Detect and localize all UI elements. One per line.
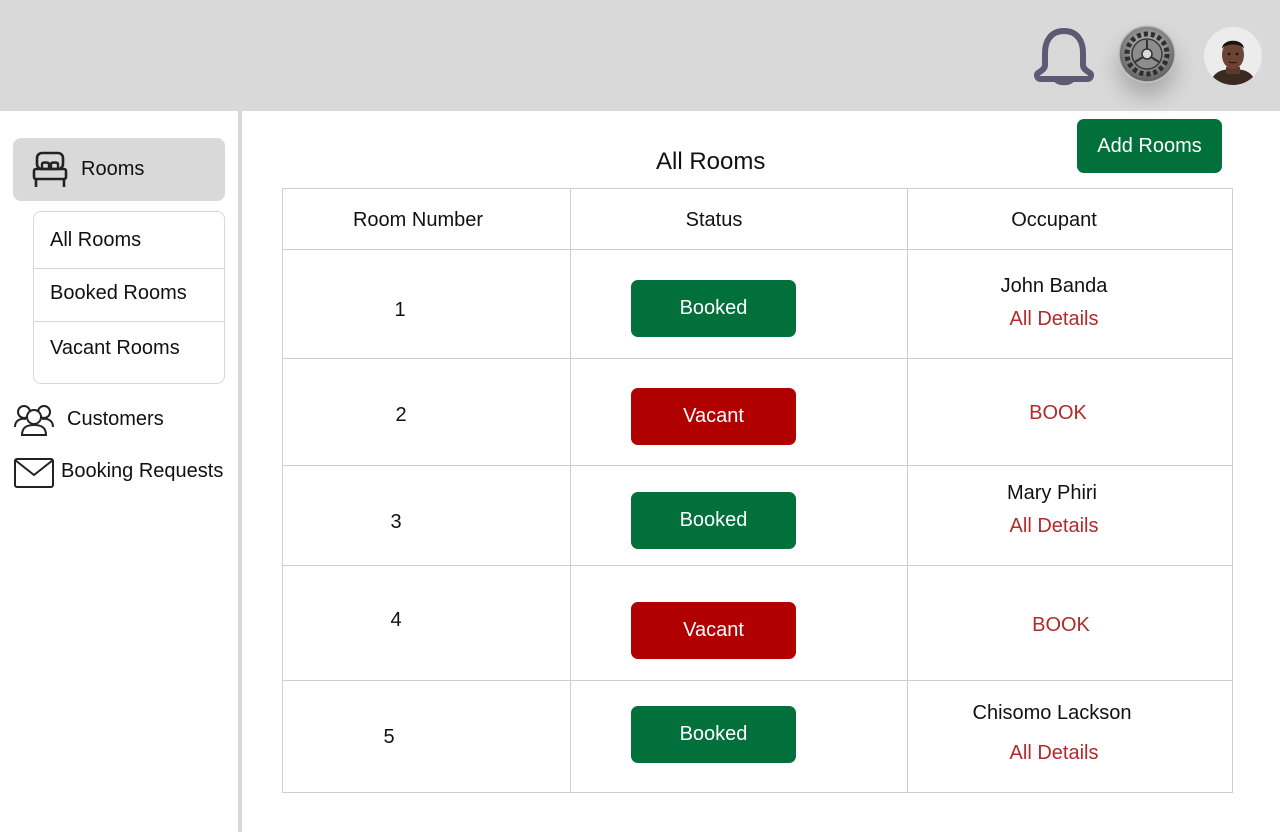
status-badge-booked[interactable]: Booked [631, 280, 796, 337]
sidebar-item-label: Rooms [81, 158, 145, 180]
occupant-name: Mary Phiri [1006, 482, 1098, 504]
room-number: 5 [383, 726, 395, 748]
column-divider [907, 189, 908, 792]
rooms-submenu: All Rooms Booked Rooms Vacant Rooms [33, 211, 225, 384]
settings-gear-icon[interactable] [1118, 25, 1176, 83]
row-divider [283, 465, 1232, 466]
sidebar-item-booking-requests[interactable]: Booking Requests [13, 456, 238, 490]
column-header-status: Status [685, 209, 743, 231]
all-details-link[interactable]: All Details [1010, 515, 1099, 538]
bed-icon [32, 151, 68, 187]
all-details-link[interactable]: All Details [1010, 308, 1099, 331]
room-number: 3 [390, 511, 402, 533]
add-rooms-button[interactable]: Add Rooms [1077, 119, 1222, 173]
book-link[interactable]: BOOK [1029, 402, 1087, 425]
top-bar [0, 0, 1280, 111]
user-avatar-image [1204, 27, 1262, 85]
room-number: 4 [390, 609, 402, 631]
sidebar-item-customers[interactable]: Customers [13, 403, 225, 437]
submenu-item-vacant-rooms[interactable]: Vacant Rooms [34, 337, 224, 360]
sidebar-divider [238, 111, 242, 832]
sidebar-item-label: Customers [67, 408, 164, 430]
occupant-name: Chisomo Lackson [972, 702, 1132, 724]
customers-icon [14, 405, 54, 436]
column-header-room-number: Room Number [352, 209, 484, 231]
status-badge-vacant[interactable]: Vacant [631, 388, 796, 445]
status-badge-vacant[interactable]: Vacant [631, 602, 796, 659]
column-divider [570, 189, 571, 792]
status-badge-booked[interactable]: Booked [631, 706, 796, 763]
sidebar-item-label: Booking Requests [61, 460, 224, 482]
bell-icon[interactable] [1032, 26, 1096, 86]
all-details-link[interactable]: All Details [1010, 742, 1099, 765]
row-divider [283, 680, 1232, 681]
room-number: 1 [394, 299, 406, 321]
submenu-divider [34, 321, 224, 322]
occupant-name: John Banda [1000, 275, 1108, 297]
submenu-item-all-rooms[interactable]: All Rooms [34, 229, 224, 252]
book-link[interactable]: BOOK [1032, 614, 1090, 637]
user-avatar[interactable] [1204, 27, 1262, 85]
row-divider [283, 249, 1232, 250]
column-header-occupant: Occupant [1011, 209, 1097, 231]
rooms-table: Room Number Status Occupant 1 Booked Joh… [282, 188, 1233, 793]
submenu-divider [34, 268, 224, 269]
room-number: 2 [395, 404, 407, 426]
page-title: All Rooms [656, 148, 766, 175]
status-badge-booked[interactable]: Booked [631, 492, 796, 549]
row-divider [283, 358, 1232, 359]
submenu-item-booked-rooms[interactable]: Booked Rooms [34, 282, 224, 305]
sidebar-item-rooms[interactable]: Rooms [13, 138, 225, 201]
row-divider [283, 565, 1232, 566]
envelope-icon [14, 458, 54, 488]
